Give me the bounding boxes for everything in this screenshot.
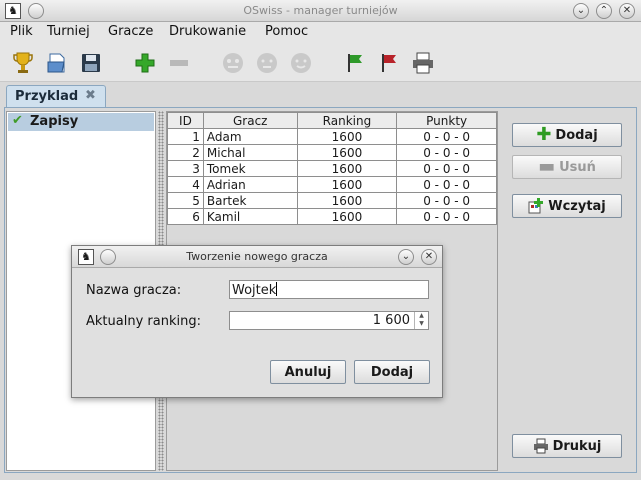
- cell-id: 3: [167, 160, 204, 177]
- cell-punkty: 0 - 0 - 0: [396, 144, 497, 161]
- cell-ranking: 1600: [296, 160, 398, 177]
- import-icon: [528, 198, 544, 214]
- face-icon-3[interactable]: [288, 50, 314, 76]
- remove-icon[interactable]: [166, 50, 192, 76]
- cell-punkty: 0 - 0 - 0: [396, 176, 497, 193]
- ranking-spinner[interactable]: 1 600 ▲ ▼: [229, 311, 429, 330]
- cell-gracz: Bartek: [202, 192, 298, 209]
- players-table: ID Gracz Ranking Punkty 1 Adam 1600 0 - …: [167, 112, 497, 225]
- cell-punkty: 0 - 0 - 0: [396, 160, 497, 177]
- printer-icon[interactable]: [410, 50, 436, 76]
- remove-player-label: Usuń: [559, 159, 596, 175]
- tab-przyklad[interactable]: Przyklad ✖: [6, 85, 106, 108]
- plus-icon: ✚: [536, 124, 552, 145]
- cell-ranking: 1600: [296, 208, 398, 225]
- dialog-close-button[interactable]: ✕: [421, 249, 437, 265]
- toolbar: [0, 42, 641, 82]
- menu-plik[interactable]: Plik: [10, 24, 33, 39]
- trophy-icon[interactable]: [10, 50, 36, 76]
- cell-ranking: 1600: [296, 192, 398, 209]
- column-header-id[interactable]: ID: [167, 112, 204, 129]
- print-label: Drukuj: [552, 438, 602, 454]
- print-button[interactable]: Drukuj: [512, 434, 622, 458]
- column-header-gracz[interactable]: Gracz: [202, 112, 298, 129]
- player-name-value: Wojtek: [232, 283, 277, 298]
- cell-ranking: 1600: [296, 128, 398, 145]
- face-icon-2[interactable]: [254, 50, 280, 76]
- menu-pomoc[interactable]: Pomoc: [265, 24, 308, 39]
- ranking-label: Aktualny ranking:: [86, 314, 201, 329]
- cell-punkty: 0 - 0 - 0: [396, 128, 497, 145]
- close-button[interactable]: ✕: [619, 3, 635, 19]
- window-titlebar: ♞ OSwiss - manager turniejów ⌄ ⌃ ✕: [0, 0, 641, 22]
- menu-gracze[interactable]: Gracze: [108, 24, 153, 39]
- load-players-label: Wczytaj: [548, 198, 606, 214]
- spinner-arrows-icon[interactable]: ▲ ▼: [414, 312, 428, 329]
- minus-icon: ▬: [538, 156, 556, 177]
- dialog-titlebar: ♞ Tworzenie nowego gracza ⌄ ✕: [72, 246, 442, 268]
- cell-id: 4: [167, 176, 204, 193]
- column-header-punkty[interactable]: Punkty: [396, 112, 497, 129]
- ranking-value: 1 600: [372, 313, 410, 328]
- confirm-add-button[interactable]: Dodaj: [354, 360, 430, 384]
- tab-label: Przyklad: [15, 89, 79, 104]
- cell-punkty: 0 - 0 - 0: [396, 192, 497, 209]
- cell-ranking: 1600: [296, 176, 398, 193]
- menu-drukowanie[interactable]: Drukowanie: [169, 24, 246, 39]
- printer-icon: [533, 438, 548, 454]
- dialog-title: Tworzenie nowego gracza: [186, 250, 328, 263]
- cell-id: 5: [167, 192, 204, 209]
- table-row[interactable]: 4 Adrian 1600 0 - 0 - 0: [167, 176, 497, 193]
- text-caret: [276, 282, 278, 296]
- player-name-label: Nazwa gracza:: [86, 283, 182, 298]
- open-file-icon[interactable]: [44, 50, 70, 76]
- table-row[interactable]: 6 Kamil 1600 0 - 0 - 0: [167, 208, 497, 225]
- cell-gracz: Kamil: [202, 208, 298, 225]
- add-icon[interactable]: [132, 50, 158, 76]
- cell-id: 1: [167, 128, 204, 145]
- close-icon[interactable]: ✖: [85, 88, 96, 103]
- add-player-label: Dodaj: [555, 127, 598, 143]
- minimize-button[interactable]: ⌄: [573, 3, 589, 19]
- cell-id: 2: [167, 144, 204, 161]
- column-header-ranking[interactable]: Ranking: [296, 112, 398, 129]
- maximize-button[interactable]: ⌃: [596, 3, 612, 19]
- cell-gracz: Tomek: [202, 160, 298, 177]
- cancel-button[interactable]: Anuluj: [270, 360, 346, 384]
- dialog-minimize-button[interactable]: ⌄: [398, 249, 414, 265]
- table-row[interactable]: 1 Adam 1600 0 - 0 - 0: [167, 128, 497, 145]
- cell-gracz: Michal: [202, 144, 298, 161]
- remove-player-button[interactable]: ▬ Usuń: [512, 155, 622, 179]
- cell-id: 6: [167, 208, 204, 225]
- cell-ranking: 1600: [296, 144, 398, 161]
- cell-gracz: Adrian: [202, 176, 298, 193]
- player-name-input[interactable]: Wojtek: [229, 280, 429, 299]
- sidebar-item-label: Zapisy: [30, 114, 79, 129]
- window-title: OSwiss - manager turniejów: [243, 4, 398, 17]
- red-flag-icon[interactable]: [376, 50, 402, 76]
- cell-punkty: 0 - 0 - 0: [396, 208, 497, 225]
- actions-panel: ✚ Dodaj ▬ Usuń Wczytaj Drukuj: [500, 111, 635, 471]
- sidebar-item-zapisy[interactable]: ✔ Zapisy: [8, 113, 154, 131]
- table-row[interactable]: 3 Tomek 1600 0 - 0 - 0: [167, 160, 497, 177]
- add-player-button[interactable]: ✚ Dodaj: [512, 123, 622, 147]
- new-player-dialog: ♞ Tworzenie nowego gracza ⌄ ✕ Nazwa grac…: [71, 245, 443, 398]
- table-row[interactable]: 2 Michal 1600 0 - 0 - 0: [167, 144, 497, 161]
- load-players-button[interactable]: Wczytaj: [512, 194, 622, 218]
- cell-gracz: Adam: [202, 128, 298, 145]
- face-icon-1[interactable]: [220, 50, 246, 76]
- save-icon[interactable]: [78, 50, 104, 76]
- check-icon: ✔: [12, 113, 23, 128]
- table-row[interactable]: 5 Bartek 1600 0 - 0 - 0: [167, 192, 497, 209]
- green-flag-icon[interactable]: [342, 50, 368, 76]
- menu-turniej[interactable]: Turniej: [47, 24, 90, 39]
- menu-bar: Plik Turniej Gracze Drukowanie Pomoc: [0, 22, 641, 42]
